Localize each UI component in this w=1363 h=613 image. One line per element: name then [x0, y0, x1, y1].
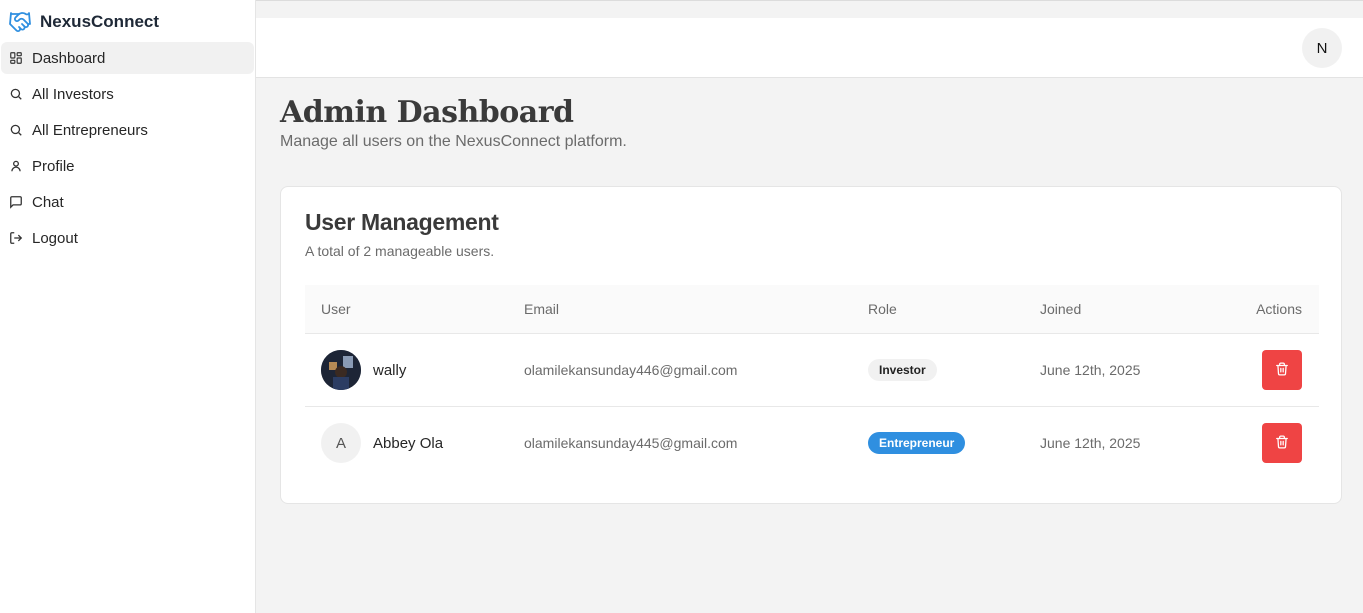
user-management-card: User Management A total of 2 manageable … — [280, 186, 1342, 504]
column-header-actions: Actions — [1256, 301, 1302, 317]
column-header-email: Email — [524, 301, 560, 317]
sidebar-item-label: Profile — [32, 157, 75, 175]
actions-cell — [1262, 334, 1302, 406]
role-badge: Entrepreneur — [868, 432, 966, 454]
user-cell: A Abbey Ola — [321, 407, 443, 479]
search-icon — [9, 123, 23, 137]
avatar-initial: N — [1316, 39, 1328, 57]
role-cell: Entrepreneur — [868, 407, 966, 479]
page-subtitle: Manage all users on the NexusConnect pla… — [280, 133, 627, 150]
table-row: wally olamilekansunday446@gmail.com Inve… — [305, 334, 1319, 407]
sidebar-item-label: All Entrepreneurs — [32, 121, 148, 139]
avatar: A — [321, 423, 361, 463]
sidebar-item-label: Chat — [32, 193, 64, 211]
logout-icon — [9, 231, 23, 245]
table-header: User Email Role Joined Actions — [305, 285, 1319, 334]
user-name: Abbey Ola — [373, 434, 444, 452]
avatar — [321, 350, 361, 390]
role-badge: Investor — [868, 359, 937, 381]
user-email: olamilekansunday445@gmail.com — [524, 435, 738, 451]
column-header-role: Role — [868, 301, 897, 317]
sidebar-nav: Dashboard All Investors All Entrepreneur… — [0, 42, 255, 258]
trash-icon — [1275, 362, 1289, 379]
column-header-joined: Joined — [1040, 301, 1082, 317]
handshake-icon — [8, 10, 32, 34]
sidebar-item-label: All Investors — [32, 85, 114, 103]
user-cell: wally — [321, 334, 406, 406]
sidebar-item-chat[interactable]: Chat — [1, 186, 254, 218]
sidebar-item-label: Dashboard — [32, 49, 106, 67]
sidebar-item-all-investors[interactable]: All Investors — [1, 78, 254, 110]
sidebar: NexusConnect Dashboard All Investors All… — [0, 0, 256, 613]
user-email: olamilekansunday446@gmail.com — [524, 362, 738, 378]
column-header-user: User — [321, 301, 351, 317]
table-row: A Abbey Ola olamilekansunday445@gmail.co… — [305, 407, 1319, 480]
user-icon — [9, 159, 23, 173]
users-table: User Email Role Joined Actions wally ola… — [305, 285, 1319, 480]
search-icon — [9, 87, 23, 101]
delete-user-button[interactable] — [1262, 423, 1302, 463]
trash-icon — [1275, 435, 1289, 452]
page-title: Admin Dashboard — [280, 95, 574, 130]
joined-date: June 12th, 2025 — [1040, 435, 1141, 451]
sidebar-item-profile[interactable]: Profile — [1, 150, 254, 182]
chat-icon — [9, 195, 23, 209]
user-name: wally — [373, 361, 407, 379]
card-subtitle: A total of 2 manageable users. — [305, 243, 495, 259]
role-cell: Investor — [868, 334, 937, 406]
brand-name: NexusConnect — [40, 12, 160, 31]
sidebar-item-logout[interactable]: Logout — [1, 222, 254, 254]
sidebar-item-dashboard[interactable]: Dashboard — [1, 42, 254, 74]
sidebar-item-all-entrepreneurs[interactable]: All Entrepreneurs — [1, 114, 254, 146]
joined-date: June 12th, 2025 — [1040, 362, 1141, 378]
card-title: User Management — [305, 209, 499, 235]
top-header: N — [256, 18, 1363, 78]
actions-cell — [1262, 407, 1302, 479]
sidebar-item-label: Logout — [32, 229, 78, 247]
top-strip — [256, 0, 1363, 18]
delete-user-button[interactable] — [1262, 350, 1302, 390]
dashboard-icon — [9, 51, 23, 65]
brand[interactable]: NexusConnect — [8, 10, 159, 34]
user-avatar-button[interactable]: N — [1302, 28, 1342, 68]
